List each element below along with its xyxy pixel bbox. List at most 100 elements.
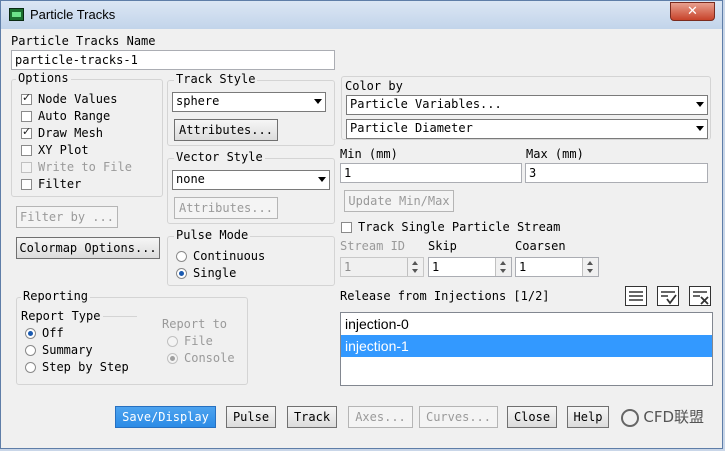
file-label: File [184,334,213,348]
reporting-group: Reporting Report Type Off Summary Step b… [16,289,248,385]
checkbox-track-single[interactable] [341,221,352,233]
injections-list[interactable]: injection-0 injection-1 [340,312,713,386]
pulse-button[interactable]: Pulse [226,406,276,428]
checkbox-write-to-file[interactable] [21,161,32,173]
watermark-text: CFD联盟 [643,408,704,426]
skip-input[interactable]: 1 [428,257,512,277]
curves-button[interactable]: Curves... [419,406,498,428]
select-all-icon[interactable] [624,285,648,307]
xy-plot-checkbox[interactable]: XY Plot [21,143,89,157]
deselect-all-icon[interactable] [688,285,712,307]
max-label: Max (mm) [526,147,584,161]
color-by-category-dropdown[interactable]: Particle Variables... [346,95,708,115]
color-by-variable-value: Particle Diameter [350,121,473,135]
dialog-content: Particle Tracks Name particle-tracks-1 O… [6,29,718,444]
write-to-file-label: Write to File [38,160,132,174]
radio-console[interactable] [167,352,178,364]
step-by-step-label: Step by Step [42,360,129,374]
write-to-file-checkbox[interactable]: Write to File [21,160,132,174]
help-button[interactable]: Help [567,406,609,428]
vector-style-dropdown[interactable]: none [172,170,330,190]
min-label: Min (mm) [340,147,398,161]
pulse-single-radio[interactable]: Single [176,266,236,280]
skip-label: Skip [428,239,457,253]
watermark: CFD联盟 [621,406,704,427]
title-bar[interactable]: Particle Tracks ✕ [1,1,722,29]
skip-value: 1 [432,260,440,274]
particle-tracks-name-label: Particle Tracks Name [11,34,156,48]
axes-button[interactable]: Axes... [348,406,413,428]
close-button[interactable]: Close [507,406,557,428]
track-single-particle-checkbox[interactable]: Track Single Particle Stream [341,220,560,234]
checkbox-filter[interactable] [21,178,32,190]
colormap-options-button[interactable]: Colormap Options... [16,237,160,259]
particle-tracks-dialog: Particle Tracks ✕ Particle Tracks Name p… [0,0,723,449]
draw-mesh-checkbox[interactable]: Draw Mesh [21,125,104,140]
coarsen-input[interactable]: 1 [515,257,599,277]
window-title: Particle Tracks [30,7,116,22]
filter-checkbox[interactable]: Filter [21,177,81,191]
filter-by-button[interactable]: Filter by ... [16,206,118,228]
radio-continuous[interactable] [176,250,187,262]
wechat-logo-icon [621,408,640,427]
auto-range-checkbox[interactable]: Auto Range [21,109,110,123]
radio-off[interactable] [25,327,36,339]
node-values-checkbox[interactable]: Node Values [21,91,117,106]
report-type-off-radio[interactable]: Off [25,326,64,340]
app-icon [9,8,24,21]
summary-label: Summary [42,343,93,357]
track-style-group: Track Style sphere Attributes... [167,72,335,146]
track-style-value: sphere [176,94,220,108]
single-label: Single [193,266,237,280]
report-type-summary-radio[interactable]: Summary [25,343,93,357]
vector-style-attributes-button[interactable]: Attributes... [174,197,278,219]
color-by-label: Color by [345,79,403,93]
vector-style-label: Vector Style [174,150,265,164]
injection-item-1[interactable]: injection-1 [341,335,712,357]
report-to-file-radio[interactable]: File [167,334,213,348]
particle-tracks-name-input[interactable]: particle-tracks-1 [11,50,335,70]
min-input[interactable]: 1 [340,163,522,183]
checkbox-auto-range[interactable] [21,110,32,122]
reporting-label: Reporting [21,289,91,303]
track-style-attributes-button[interactable]: Attributes... [174,119,278,141]
check-all-icon[interactable] [656,285,680,307]
console-label: Console [184,351,235,365]
checkbox-draw-mesh[interactable] [21,125,32,139]
coarsen-value: 1 [519,260,527,274]
radio-step-by-step[interactable] [25,361,36,373]
radio-summary[interactable] [25,344,36,356]
report-type-divider [103,316,137,317]
pulse-mode-label: Pulse Mode [174,228,251,242]
report-type-step-radio[interactable]: Step by Step [25,360,129,374]
draw-mesh-label: Draw Mesh [38,126,104,140]
checkbox-node-values[interactable] [21,91,32,105]
xy-plot-label: XY Plot [38,143,89,157]
stream-id-input[interactable]: 1 [340,257,424,277]
update-min-max-button[interactable]: Update Min/Max [344,190,454,212]
radio-file[interactable] [167,335,178,347]
color-by-category-value: Particle Variables... [350,97,502,111]
pulse-continuous-radio[interactable]: Continuous [176,249,265,263]
report-to-console-radio[interactable]: Console [167,351,235,365]
chevron-down-icon [696,102,704,107]
spinner-arrows-icon[interactable] [407,258,423,276]
options-group-label: Options [16,71,71,85]
window-close-button[interactable]: ✕ [670,2,715,21]
pulse-mode-group: Pulse Mode Continuous Single [167,228,335,286]
continuous-label: Continuous [193,249,266,263]
color-by-variable-dropdown[interactable]: Particle Diameter [346,119,708,139]
checkbox-xy-plot[interactable] [21,144,32,156]
save-display-button[interactable]: Save/Display [115,406,216,428]
spinner-arrows-icon[interactable] [582,258,598,276]
injection-item-0[interactable]: injection-0 [341,313,712,335]
spinner-arrows-icon[interactable] [495,258,511,276]
track-style-dropdown[interactable]: sphere [172,92,326,112]
max-input[interactable]: 3 [525,163,708,183]
options-group: Options Node Values Auto Range Draw Mesh… [11,71,163,197]
track-button[interactable]: Track [287,406,337,428]
report-type-label: Report Type [21,309,101,323]
release-from-injections-label: Release from Injections [1/2] [340,289,550,303]
radio-single[interactable] [176,267,187,279]
chevron-down-icon [696,126,704,131]
